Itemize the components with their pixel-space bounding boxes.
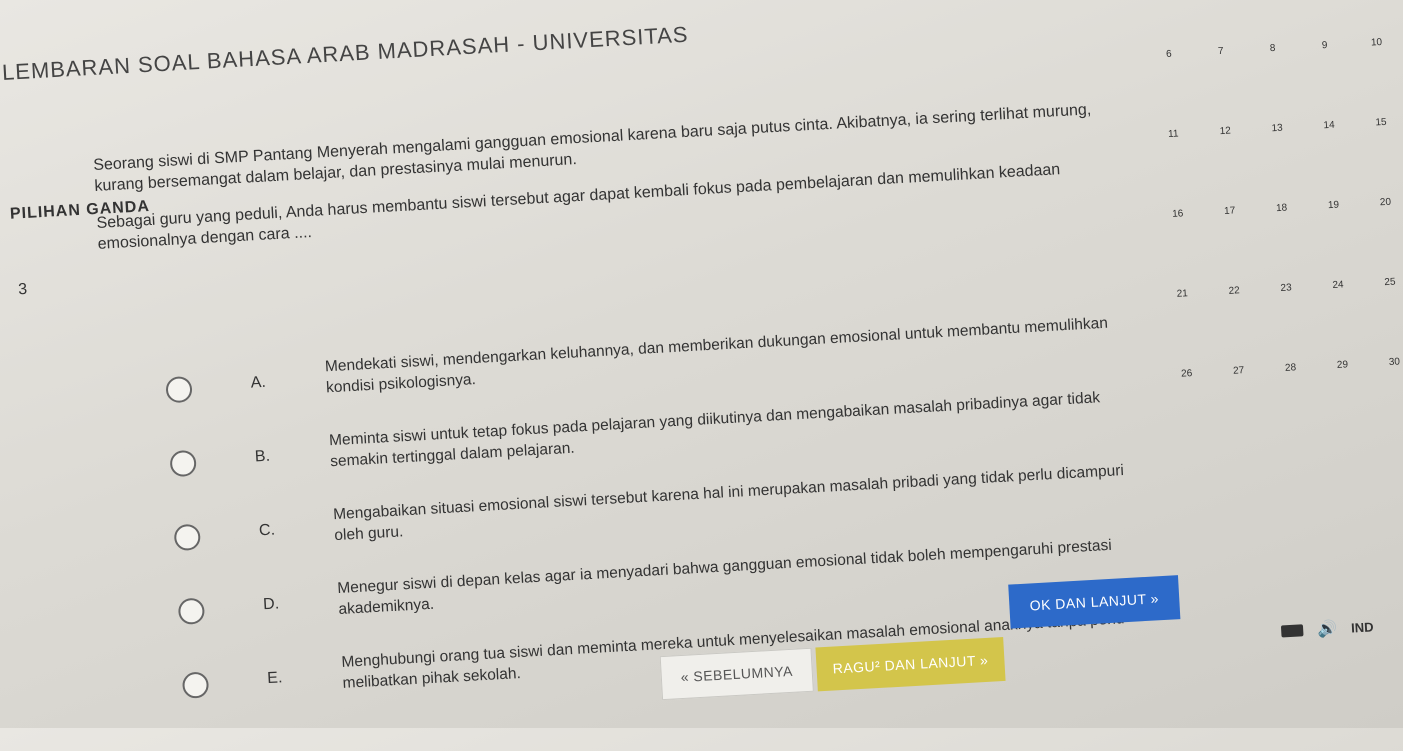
nav-number-30[interactable]: 30 <box>1374 356 1403 369</box>
nav-number-23[interactable]: 23 <box>1266 282 1307 295</box>
nav-number-18[interactable]: 18 <box>1261 202 1302 215</box>
nav-number-16[interactable]: 16 <box>1158 207 1199 220</box>
previous-button[interactable]: « SEBELUMNYA <box>659 647 814 701</box>
radio-e[interactable] <box>181 671 210 699</box>
nav-number-19[interactable]: 19 <box>1313 199 1354 212</box>
nav-number-11[interactable]: 11 <box>1153 128 1194 141</box>
nav-number-15[interactable]: 15 <box>1361 116 1402 129</box>
speaker-icon[interactable]: 🔊 <box>1317 618 1338 639</box>
nav-number-22[interactable]: 22 <box>1214 284 1255 297</box>
nav-number-21[interactable]: 21 <box>1162 287 1203 300</box>
radio-c[interactable] <box>173 523 201 552</box>
option-text: Mendekati siswi, mendengarkan keluhannya… <box>324 314 1109 397</box>
nav-number-25[interactable]: 25 <box>1370 276 1403 289</box>
nav-number-27[interactable]: 27 <box>1218 364 1259 377</box>
nav-number-12[interactable]: 12 <box>1205 125 1246 138</box>
nav-number-8[interactable]: 8 <box>1252 42 1293 55</box>
option-letter: B. <box>254 447 271 466</box>
nav-number-17[interactable]: 17 <box>1209 205 1250 218</box>
option-letter: C. <box>258 521 276 540</box>
radio-b[interactable] <box>169 449 197 478</box>
page-title: LEMBARAN SOAL BAHASA ARAB MADRASAH - UNI… <box>1 21 690 85</box>
nav-number-10[interactable]: 10 <box>1356 36 1397 49</box>
nav-number-26[interactable]: 26 <box>1166 367 1207 380</box>
nav-number-9[interactable]: 9 <box>1304 39 1345 52</box>
nav-number-20[interactable]: 20 <box>1365 196 1403 209</box>
nav-number-6[interactable]: 6 <box>1149 48 1190 61</box>
nav-number-14[interactable]: 14 <box>1309 119 1350 132</box>
option-letter: E. <box>266 669 283 688</box>
nav-number-13[interactable]: 13 <box>1257 122 1298 135</box>
question-number: 3 <box>17 280 28 299</box>
doubt-and-next-button[interactable]: RAGU² DAN LANJUT » <box>815 636 1006 692</box>
language-indicator[interactable]: IND <box>1351 619 1374 635</box>
nav-number-29[interactable]: 29 <box>1322 359 1363 372</box>
radio-a[interactable] <box>165 375 193 404</box>
battery-icon <box>1280 624 1304 638</box>
exam-screen: LEMBARAN SOAL BAHASA ARAB MADRASAH - UNI… <box>0 0 1403 751</box>
status-bar: 🔊 IND <box>1280 616 1374 641</box>
question-body: Seorang siswi di SMP Pantang Menyerah me… <box>93 99 1108 271</box>
nav-number-24[interactable]: 24 <box>1318 279 1359 292</box>
option-letter: A. <box>250 373 267 392</box>
radio-d[interactable] <box>177 597 206 625</box>
nav-number-28[interactable]: 28 <box>1270 361 1311 374</box>
nav-number-7[interactable]: 7 <box>1200 45 1241 58</box>
option-letter: D. <box>262 595 280 614</box>
